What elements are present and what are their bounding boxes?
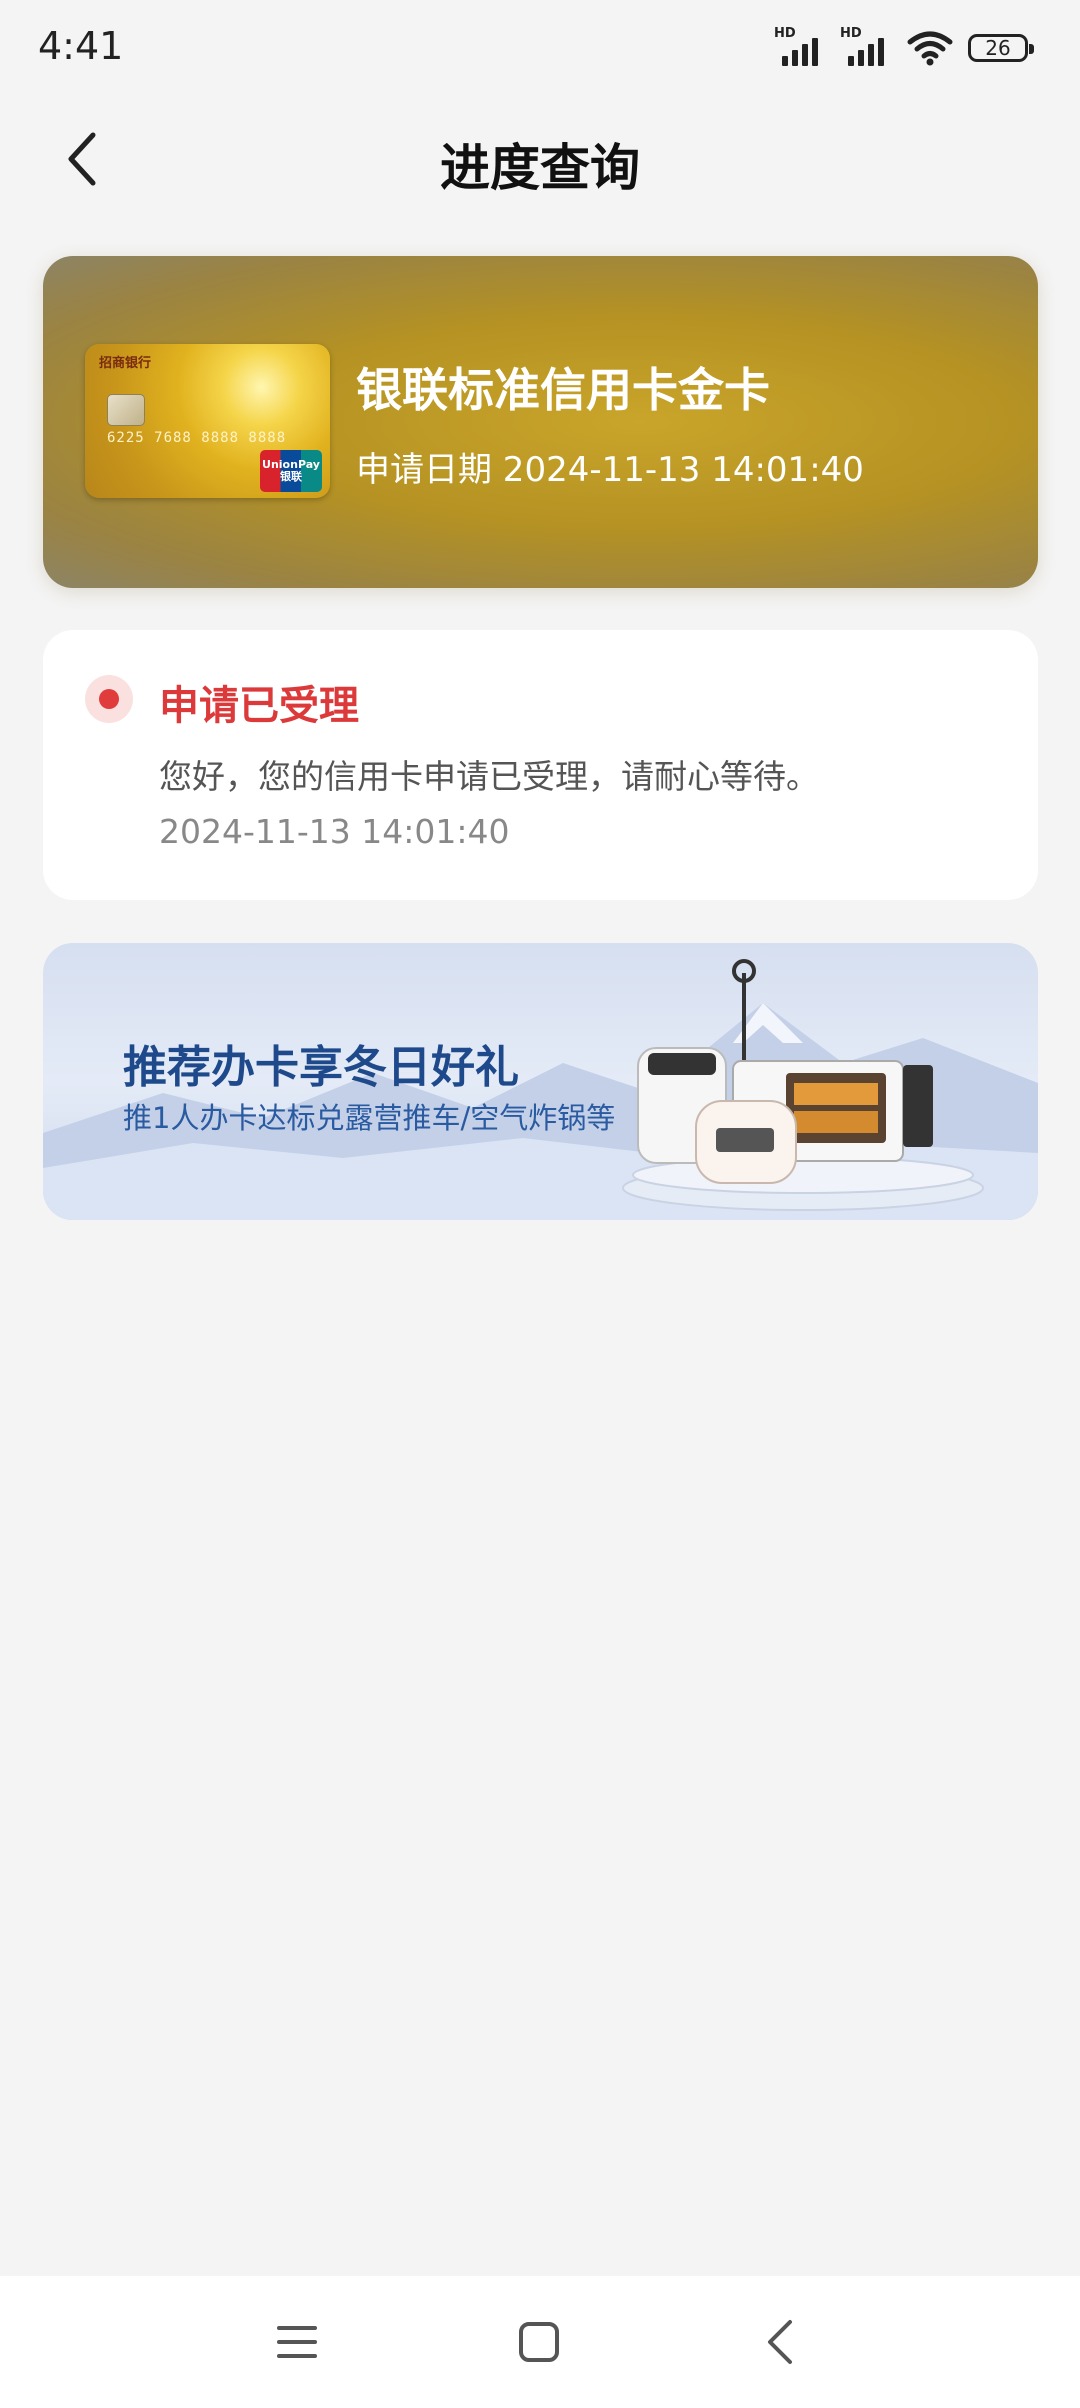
promo-banner[interactable]: 推荐办卡享冬日好礼 推1人办卡达标兑露营推车/空气炸锅等 bbox=[43, 943, 1038, 1220]
wifi-icon bbox=[907, 31, 953, 66]
appliances-image bbox=[622, 959, 984, 1211]
credit-card-image: 招商银行 6225 7688 8888 8888 UnionPay 银联 bbox=[85, 344, 330, 498]
card-name: 银联标准信用卡金卡 bbox=[356, 363, 770, 417]
page-title: 进度查询 bbox=[440, 139, 640, 197]
header: 进度查询 bbox=[0, 100, 1080, 220]
promo-subtitle: 推1人办卡达标兑露营推车/空气炸锅等 bbox=[123, 1101, 616, 1135]
status-icons: HD HD 26 bbox=[774, 26, 1034, 68]
signal-icon: HD bbox=[774, 26, 826, 68]
status-title: 申请已受理 bbox=[159, 683, 359, 729]
battery-level: 26 bbox=[985, 36, 1011, 60]
nav-menu-button[interactable] bbox=[261, 2306, 333, 2378]
card-banner: 招商银行 6225 7688 8888 8888 UnionPay 银联 银联标… bbox=[43, 256, 1038, 588]
card-chip-icon bbox=[107, 394, 145, 426]
card-number: 6225 7688 8888 8888 bbox=[107, 430, 287, 446]
status-time: 4:41 bbox=[38, 24, 124, 68]
signal-icon: HD bbox=[840, 26, 892, 68]
promo-title: 推荐办卡享冬日好礼 bbox=[123, 1042, 519, 1093]
nav-home-button[interactable] bbox=[503, 2306, 575, 2378]
nav-back-button[interactable] bbox=[744, 2306, 816, 2378]
home-square-icon bbox=[519, 2322, 559, 2362]
application-status-card: 申请已受理 您好，您的信用卡申请已受理，请耐心等待。 2024-11-13 14… bbox=[43, 630, 1038, 900]
unionpay-logo: UnionPay 银联 bbox=[260, 450, 322, 492]
card-apply-date: 申请日期 2024-11-13 14:01:40 bbox=[356, 450, 864, 490]
status-description: 您好，您的信用卡申请已受理，请耐心等待。 bbox=[159, 757, 819, 796]
status-dot-icon bbox=[85, 675, 133, 723]
card-bank-label: 招商银行 bbox=[99, 356, 152, 371]
back-chevron-icon bbox=[768, 2320, 792, 2364]
status-bar: 4:41 HD HD 26 bbox=[0, 0, 1080, 100]
status-timestamp: 2024-11-13 14:01:40 bbox=[159, 812, 510, 851]
system-nav-bar bbox=[0, 2276, 1080, 2408]
menu-icon bbox=[277, 2326, 317, 2358]
battery-icon: 26 bbox=[968, 34, 1034, 62]
